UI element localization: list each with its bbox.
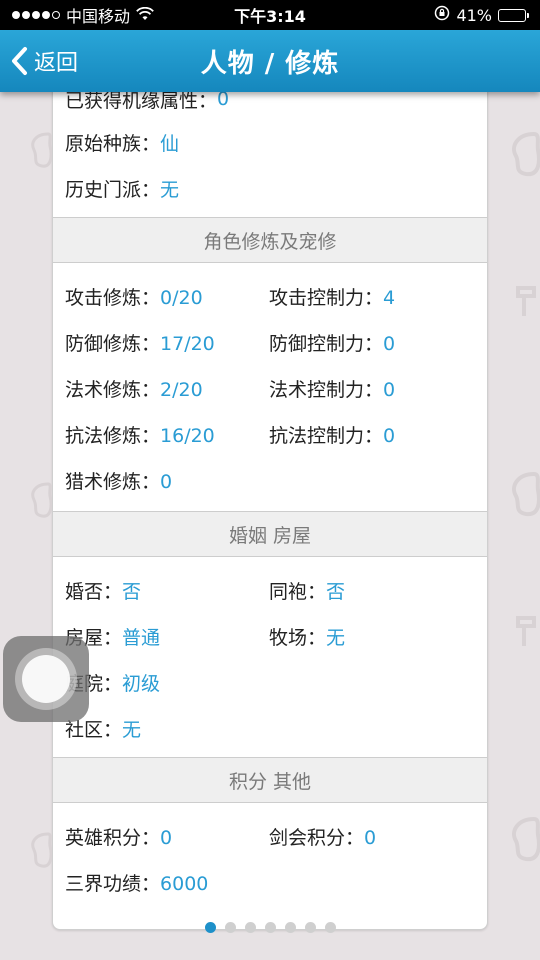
field-value: 0 <box>383 424 396 447</box>
info-row: 抗法修炼：16/20 抗法控制力：0 <box>53 411 487 457</box>
page-dot[interactable] <box>304 922 316 933</box>
carrier-name: 中国移动 <box>66 7 131 26</box>
field-label: 攻击修炼： <box>65 286 161 309</box>
info-row: 防御修炼：17/20 防御控制力：0 <box>53 319 487 365</box>
info-row: 历史门派： 无 <box>53 165 487 211</box>
decor-bean-icon <box>512 816 540 862</box>
battery-percent: 41% <box>456 5 492 25</box>
field-value: 0 <box>364 826 377 849</box>
decor-hammer-icon <box>516 286 536 316</box>
assistive-touch-icon <box>15 648 77 710</box>
rotation-lock-icon <box>434 5 450 25</box>
info-row: 社区：无 <box>53 705 487 751</box>
marriage-section: 婚否：否 同袍：否 房屋：普通 牧场：无 庭院：初级 社区：无 <box>53 557 487 757</box>
field-label: 原始种族： <box>65 132 161 155</box>
signal-strength-icon <box>12 11 60 19</box>
back-label: 返回 <box>34 51 79 76</box>
page-dot[interactable] <box>284 922 296 933</box>
field-value: 普通 <box>122 626 161 649</box>
field-label: 剑会积分： <box>269 826 365 849</box>
info-row: 婚否：否 同袍：否 <box>53 567 487 613</box>
field-value: 初级 <box>122 672 161 695</box>
field-label: 法术修炼： <box>65 378 161 401</box>
field-value: 4 <box>383 286 396 309</box>
field-label: 防御控制力： <box>269 332 384 355</box>
field-value: 0 <box>160 826 173 849</box>
page-title: 人物 / 修炼 <box>200 48 340 79</box>
wifi-icon <box>136 6 154 25</box>
field-label: 法术控制力： <box>269 378 384 401</box>
decor-bean-icon <box>512 471 540 517</box>
field-value: 2/20 <box>160 378 203 401</box>
field-value: 否 <box>326 580 346 603</box>
field-value: 否 <box>122 580 142 603</box>
status-left: 中国移动 <box>12 3 154 27</box>
field-value: 仙 <box>160 132 180 155</box>
section-header-cultivation: 角色修炼及宠修 <box>53 217 487 263</box>
info-row: 猎术修炼：0 <box>53 457 487 503</box>
page-dot[interactable] <box>324 922 336 933</box>
page-dot[interactable] <box>264 922 276 933</box>
section-header-points: 积分 其他 <box>53 757 487 803</box>
page-indicator <box>0 922 540 933</box>
decor-hammer-icon <box>516 616 536 646</box>
cultivation-section: 攻击修炼：0/20 攻击控制力：4 防御修炼：17/20 防御控制力：0 法术修… <box>53 263 487 511</box>
field-label: 攻击控制力： <box>269 286 384 309</box>
info-row: 攻击修炼：0/20 攻击控制力：4 <box>53 273 487 319</box>
field-value: 0 <box>383 378 396 401</box>
field-value: 无 <box>160 178 180 201</box>
back-chevron-icon <box>10 46 28 76</box>
decor-bean-icon <box>31 832 52 868</box>
field-value: 16/20 <box>160 424 215 447</box>
field-label: 牧场： <box>269 626 327 649</box>
decor-bean-icon <box>31 482 52 518</box>
field-label: 抗法修炼： <box>65 424 161 447</box>
battery-icon <box>498 8 529 22</box>
page-dot[interactable] <box>224 922 236 933</box>
field-label: 防御修炼： <box>65 332 161 355</box>
info-row: 房屋：普通 牧场：无 <box>53 613 487 659</box>
assistive-touch-button[interactable] <box>3 636 89 722</box>
field-value: 6000 <box>160 872 209 895</box>
field-label: 抗法控制力： <box>269 424 384 447</box>
field-label: 三界功绩： <box>65 872 161 895</box>
info-row: 英雄积分：0 剑会积分：0 <box>53 813 487 859</box>
page-dot[interactable] <box>204 922 216 933</box>
field-value: 0 <box>160 470 173 493</box>
field-label: 猎术修炼： <box>65 470 161 493</box>
field-value: 0/20 <box>160 286 203 309</box>
info-row: 法术修炼：2/20 法术控制力：0 <box>53 365 487 411</box>
field-value: 0 <box>383 332 396 355</box>
field-value: 无 <box>122 718 142 741</box>
decor-bean-icon <box>31 132 52 168</box>
field-label: 历史门派： <box>65 178 161 201</box>
field-value: 无 <box>326 626 346 649</box>
points-section: 英雄积分：0 剑会积分：0 三界功绩：6000 <box>53 803 487 911</box>
navigation-bar: 返回 人物 / 修炼 <box>0 30 540 92</box>
profile-card: 已获得机缘属性： 0 原始种族： 仙 历史门派： 无 角色修炼及宠修 攻击修炼：… <box>52 80 488 930</box>
info-row: 三界功绩：6000 <box>53 859 487 905</box>
status-right: 41% <box>434 5 529 25</box>
page-dot[interactable] <box>244 922 256 933</box>
field-label: 英雄积分： <box>65 826 161 849</box>
info-row: 原始种族： 仙 <box>53 119 487 165</box>
back-button[interactable]: 返回 <box>10 30 78 92</box>
decor-bean-icon <box>512 131 540 177</box>
field-label: 婚否： <box>65 580 123 603</box>
section-header-marriage: 婚姻 房屋 <box>53 511 487 557</box>
field-value: 17/20 <box>160 332 215 355</box>
basic-section: 已获得机缘属性： 0 原始种族： 仙 历史门派： 无 <box>53 81 487 211</box>
info-row: 庭院：初级 <box>53 659 487 705</box>
field-label: 同袍： <box>269 580 327 603</box>
status-bar: 中国移动 下午3:14 41% <box>0 0 540 30</box>
